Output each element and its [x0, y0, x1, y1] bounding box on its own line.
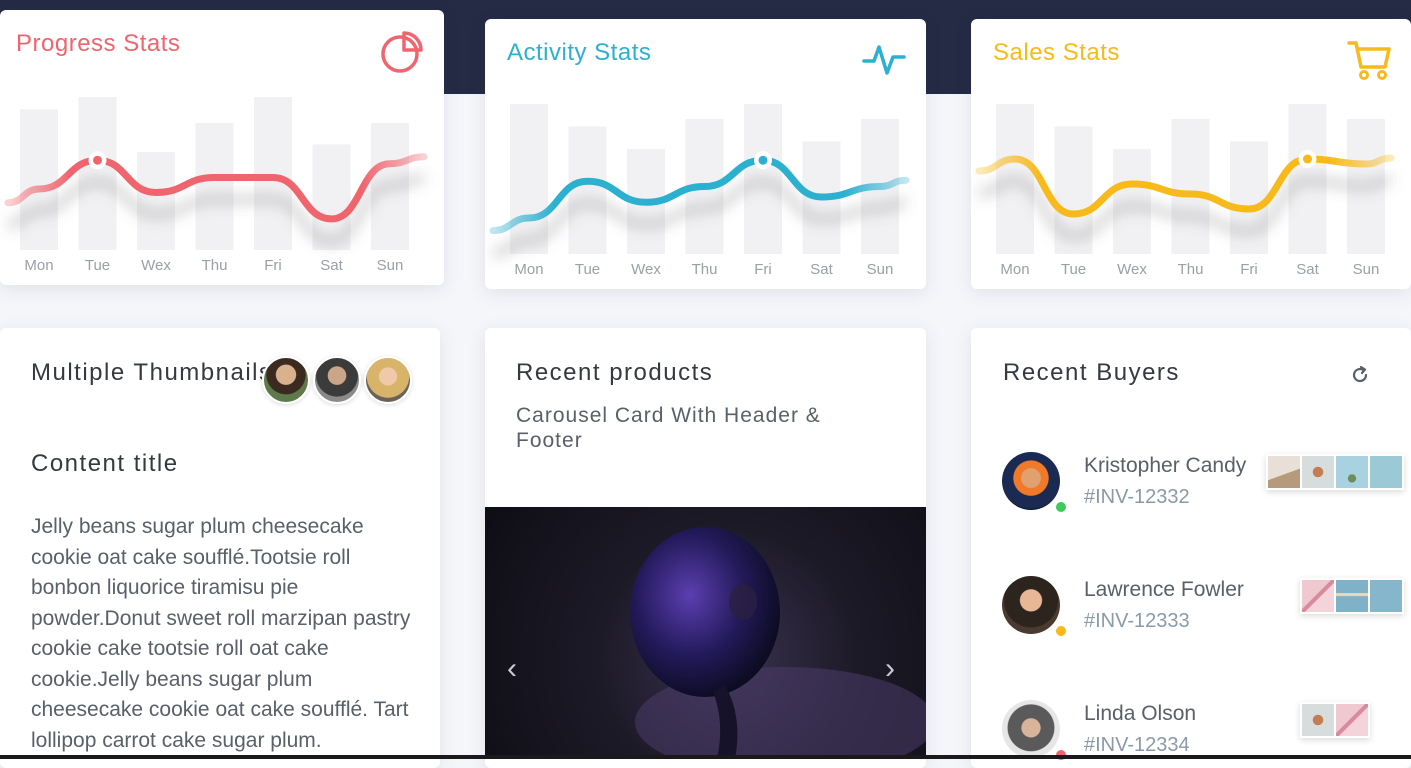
chart-bar: [137, 152, 175, 250]
x-tick-label: Mon: [24, 257, 53, 274]
chevron-left-icon[interactable]: ‹: [507, 654, 527, 684]
x-tick-label: Thu: [202, 257, 228, 274]
product-thumbnail[interactable]: [1336, 456, 1368, 488]
x-tick-label: Sat: [320, 257, 343, 274]
sales-chart: Mon Tue Wex Thu Fri Sat Sun: [975, 104, 1395, 278]
chart-bar: [20, 109, 58, 251]
avatar[interactable]: [364, 356, 412, 404]
x-tick-label: Tue: [575, 261, 600, 278]
buyer-name: Linda Olson: [1084, 702, 1197, 725]
x-tick-label: Sat: [1296, 261, 1319, 278]
x-tick-label: Fri: [264, 257, 282, 274]
chart-bar: [195, 123, 234, 250]
buyer-invoice: #INV-12332: [1084, 486, 1190, 508]
x-tick-label: Tue: [85, 257, 110, 274]
x-tick-label: Wex: [631, 261, 661, 278]
product-thumbnail[interactable]: [1336, 704, 1368, 736]
thumbnails-card-title: Multiple Thumbnails: [31, 359, 271, 386]
buyer-invoice: #INV-12333: [1084, 610, 1190, 632]
away-status-indicator: [1054, 624, 1068, 638]
buyer-name: Kristopher Candy: [1084, 454, 1247, 477]
recent-buyers-title: Recent Buyers: [1003, 359, 1180, 386]
buyer-avatar: [1002, 700, 1060, 758]
product-thumbnail[interactable]: [1302, 580, 1334, 612]
product-thumbnail[interactable]: [1336, 580, 1368, 612]
buyer-invoice: #INV-12334: [1084, 734, 1190, 756]
chart-bar: [1230, 141, 1268, 254]
sales-stats-card: Sales Stats Mon Tue Wex Thu Fri Sat Sun: [971, 19, 1411, 289]
chart-bar: [1171, 119, 1210, 254]
content-body: Jelly beans sugar plum cheesecake cookie…: [31, 515, 411, 752]
highlight-point-dot: [93, 155, 102, 165]
product-thumbnail[interactable]: [1302, 704, 1334, 736]
activity-stats-card: Activity Stats Mon Tue Wex Thu Fri Sat Sun: [485, 19, 926, 289]
buyer-row[interactable]: Lawrence Fowler #INV-12333: [1002, 576, 1404, 640]
x-tick-label: Wex: [141, 257, 171, 274]
chart-bar: [568, 126, 607, 254]
progress-stats-card: Progress Stats Mon Tue Wex Thu Fri Sat Sun: [0, 10, 444, 285]
x-tick-label: Sat: [810, 261, 833, 278]
x-tick-label: Sun: [1353, 261, 1380, 278]
bottom-edge: [0, 755, 1411, 759]
activity-chart: Mon Tue Wex Thu Fri Sat Sun: [489, 104, 910, 278]
buyer-name: Lawrence Fowler: [1084, 578, 1244, 601]
buyer-avatar: [1002, 452, 1060, 510]
product-thumbnails: [1300, 578, 1404, 614]
x-tick-label: Thu: [1178, 261, 1204, 278]
chevron-right-icon[interactable]: ›: [885, 654, 905, 684]
highlight-point-dot: [1303, 154, 1312, 164]
avatar[interactable]: [262, 356, 310, 404]
x-tick-label: Fri: [754, 261, 772, 278]
product-thumbnails: [1300, 702, 1370, 738]
product-image: [630, 527, 935, 768]
product-thumbnail[interactable]: [1268, 456, 1300, 488]
highlight-point-dot: [758, 155, 768, 165]
recent-products-title: Recent products: [516, 359, 714, 386]
x-tick-label: Mon: [1000, 261, 1029, 278]
product-thumbnail[interactable]: [1370, 456, 1402, 488]
x-tick-label: Sun: [377, 257, 404, 274]
buyer-avatar: [1002, 576, 1060, 634]
x-tick-label: Mon: [514, 261, 543, 278]
chart-bar: [254, 97, 292, 250]
chart-bar: [78, 97, 117, 250]
product-carousel[interactable]: ‹ ›: [485, 507, 935, 768]
progress-chart: Mon Tue Wex Thu Fri Sat Sun: [4, 97, 428, 274]
product-thumbnail[interactable]: [1370, 580, 1402, 612]
product-thumbnails: [1266, 454, 1404, 490]
refresh-icon[interactable]: [1349, 364, 1371, 386]
x-tick-label: Fri: [1240, 261, 1258, 278]
product-thumbnail[interactable]: [1302, 456, 1334, 488]
recent-products-subtitle: Carousel Card With Header & Footer: [516, 404, 821, 452]
content-title: Content title: [31, 450, 179, 477]
x-tick-label: Tue: [1061, 261, 1086, 278]
avatar[interactable]: [313, 356, 361, 404]
chart-bar: [1113, 149, 1151, 254]
buyer-row[interactable]: Kristopher Candy #INV-12332: [1002, 452, 1404, 516]
x-tick-label: Wex: [1117, 261, 1147, 278]
x-tick-label: Sun: [867, 261, 894, 278]
x-tick-label: Thu: [692, 261, 718, 278]
online-status-indicator: [1054, 500, 1068, 514]
chart-bar: [510, 104, 548, 254]
